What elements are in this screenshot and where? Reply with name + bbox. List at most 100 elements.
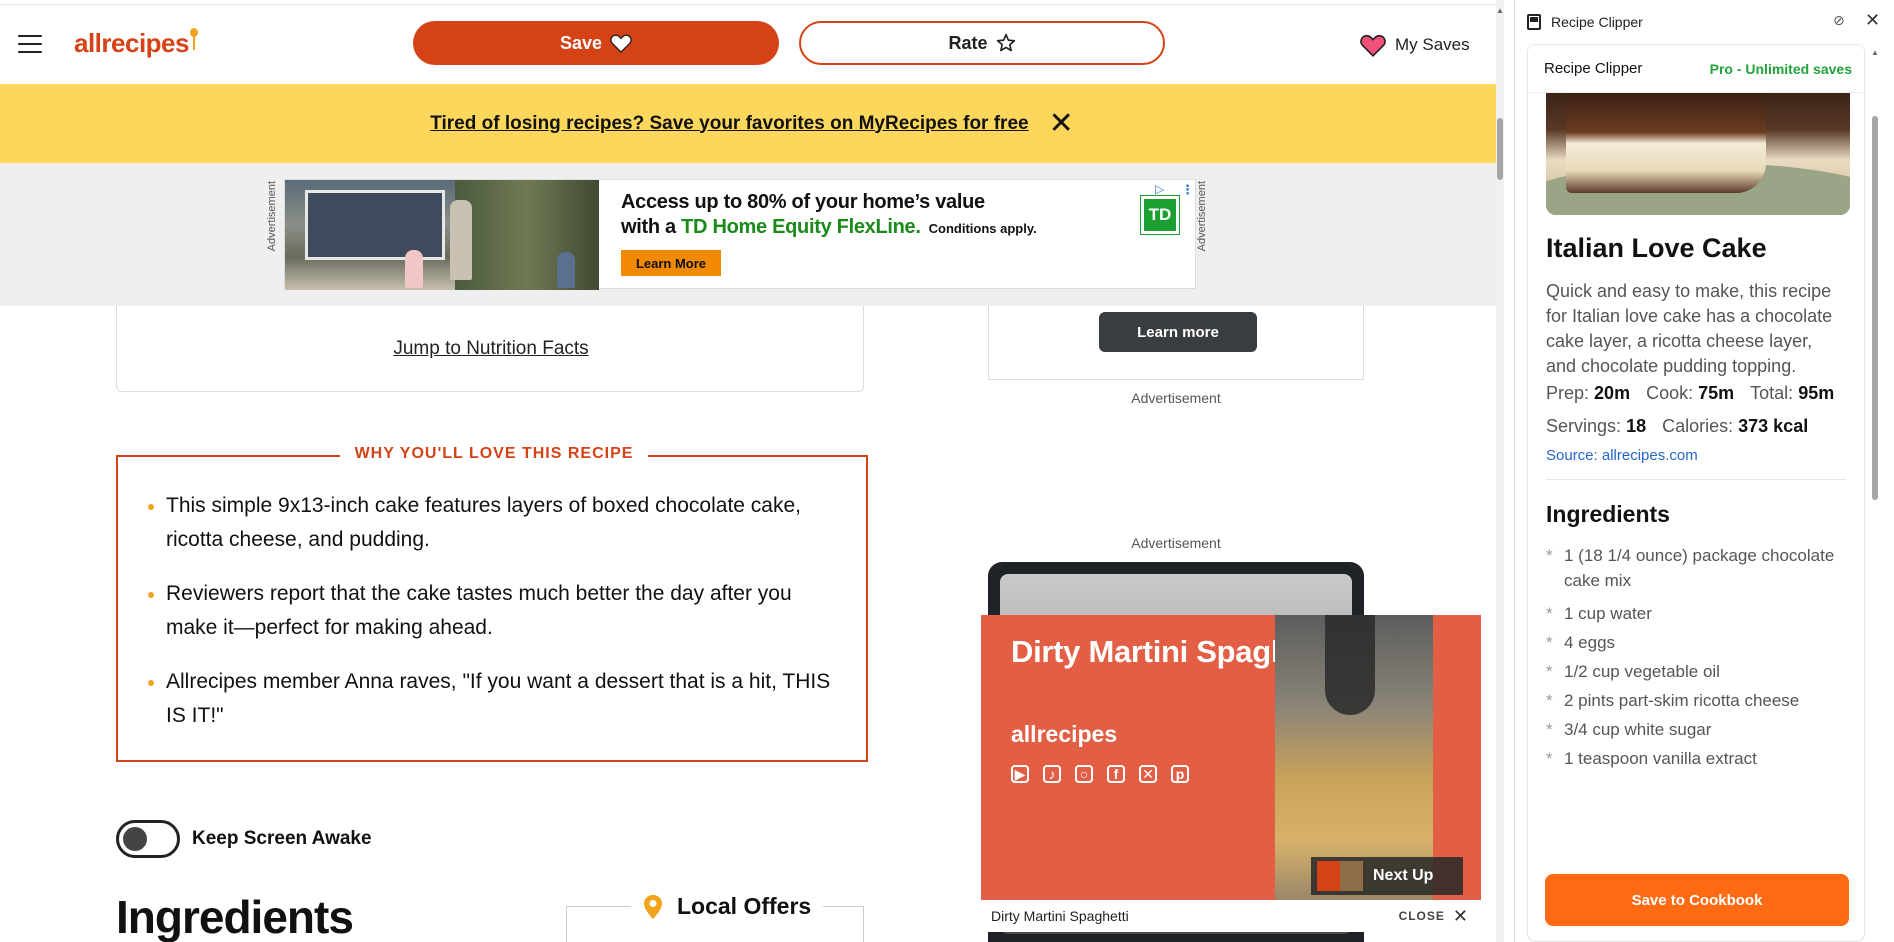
- keep-screen-awake-label: Keep Screen Awake: [192, 828, 372, 849]
- keep-screen-awake-toggle[interactable]: Keep Screen Awake: [116, 820, 372, 858]
- recipe-image: [1546, 93, 1850, 215]
- cook-time-label: Cook:: [1646, 383, 1694, 403]
- clipper-header: Recipe Clipper Pro - Unlimited saves: [1528, 45, 1864, 93]
- pin-icon[interactable]: ⊘: [1833, 12, 1845, 29]
- save-button[interactable]: Save: [413, 21, 779, 65]
- why-love-item: This simple 9x13-inch cake features laye…: [148, 489, 838, 557]
- ad-headline-brand: TD Home Equity FlexLine.: [681, 216, 921, 238]
- ad-creative[interactable]: Access up to 80% of your home’s value wi…: [284, 179, 1196, 290]
- ingredients-heading: Ingredients: [116, 891, 354, 942]
- tiktok-icon[interactable]: ♪: [1043, 765, 1061, 783]
- next-up-thumbnail: [1317, 861, 1363, 891]
- ad-headline: Access up to 80% of your home’s value wi…: [621, 190, 1037, 241]
- prep-time: Prep: 20m: [1546, 383, 1630, 404]
- source-link[interactable]: Source: allrecipes.com: [1546, 447, 1698, 464]
- site-header: allrecipes Save Rate My Saves: [0, 5, 1504, 84]
- ingredient-item: 2 pints part-skim ricotta cheese: [1546, 688, 1856, 713]
- instagram-icon[interactable]: ○: [1075, 765, 1093, 783]
- my-saves-label: My Saves: [1395, 35, 1470, 54]
- ad-image: [285, 180, 599, 290]
- video-social-icons: ▶ ♪ ○ f ✕ p: [1011, 765, 1189, 783]
- recipe-clipper-panel: Recipe Clipper ⊘ ✕ Recipe Clipper Pro - …: [1514, 0, 1894, 942]
- close-icon: ✕: [1452, 905, 1469, 926]
- servings: Servings: 18: [1546, 416, 1646, 437]
- why-love-title: WHY YOU'LL LOVE THIS RECIPE: [118, 445, 870, 463]
- menu-icon[interactable]: [18, 35, 42, 53]
- adchoices-icon[interactable]: ▷: [1155, 182, 1164, 196]
- servings-label: Servings:: [1546, 416, 1622, 436]
- ad-banner: Advertisement Access up to 80% of your h…: [0, 163, 1504, 306]
- learn-more-button[interactable]: Learn more: [1099, 312, 1257, 352]
- heart-icon: [610, 34, 632, 53]
- total-time-label: Total:: [1750, 383, 1794, 403]
- close-icon[interactable]: ✕: [1049, 108, 1074, 139]
- advertisement-label-1: Advertisement: [1131, 390, 1221, 406]
- ingredient-item: 1 teaspoon vanilla extract: [1546, 746, 1856, 771]
- scrollbar-thumb[interactable]: [1872, 116, 1878, 500]
- video-close-button[interactable]: CLOSE ✕: [1399, 906, 1469, 927]
- recipe-details-card: Jump to Nutrition Facts: [116, 306, 864, 392]
- ingredient-item: 1 cup water: [1546, 601, 1856, 626]
- rate-button-label: Rate: [948, 32, 988, 53]
- calories-value: 373 kcal: [1738, 416, 1809, 436]
- recipe-title: Italian Love Cake: [1546, 233, 1767, 263]
- close-panel-icon[interactable]: ✕: [1865, 10, 1880, 31]
- my-saves-link[interactable]: My Saves: [1360, 33, 1470, 57]
- ad-conditions: Conditions apply.: [928, 221, 1037, 236]
- ingredients-heading: Ingredients: [1546, 501, 1670, 527]
- why-love-item: Reviewers report that the cake tastes mu…: [148, 577, 838, 645]
- site-logo-text: allrecipes: [74, 28, 189, 58]
- spoon-icon: [189, 28, 198, 50]
- ad-side-label-left: Advertisement: [266, 181, 278, 252]
- video-player[interactable]: Dirty Martini Spaghetti allrecipes ▶ ♪ ○…: [981, 615, 1481, 930]
- save-to-cookbook-button[interactable]: Save to Cookbook: [1545, 874, 1849, 926]
- jump-to-nutrition-link[interactable]: Jump to Nutrition Facts: [117, 338, 865, 360]
- td-logo: TD: [1140, 195, 1180, 235]
- clipper-card: Recipe Clipper Pro - Unlimited saves Ita…: [1527, 44, 1865, 942]
- page-scrollbar[interactable]: ▲: [1496, 0, 1504, 942]
- ad-side-label-right: Advertisement: [1196, 181, 1208, 252]
- next-up-button[interactable]: Next Up: [1311, 857, 1463, 895]
- panel-scrollbar[interactable]: ▲: [1869, 44, 1881, 942]
- facebook-icon[interactable]: f: [1107, 765, 1125, 783]
- clipper-body: Italian Love Cake Quick and easy to make…: [1528, 93, 1864, 901]
- right-rail-ad: Learn more: [988, 306, 1364, 380]
- ad-more-icon[interactable]: ⋮: [1181, 182, 1194, 198]
- ad-headline-line1: Access up to 80% of your home’s value: [621, 191, 985, 213]
- site-logo[interactable]: allrecipes: [74, 28, 198, 59]
- ad-headline-line2: with a TD Home Equity FlexLine. Condition…: [621, 215, 1037, 241]
- save-button-label: Save: [559, 32, 603, 53]
- local-offers-header: Local Offers: [631, 893, 824, 920]
- prep-time-value: 20m: [1594, 383, 1631, 403]
- heart-filled-icon: [1360, 34, 1386, 57]
- local-offers-label: Local Offers: [677, 893, 812, 919]
- divider: [1546, 479, 1846, 480]
- extension-icon: [1527, 14, 1541, 30]
- panel-titlebar: Recipe Clipper ⊘ ✕: [1515, 0, 1894, 44]
- rate-button[interactable]: Rate: [799, 21, 1165, 65]
- cook-time: Cook: 75m: [1646, 383, 1734, 404]
- x-icon[interactable]: ✕: [1139, 765, 1157, 783]
- advertisement-label-2: Advertisement: [1131, 535, 1221, 551]
- recipe-times: Prep: 20m Cook: 75m Total: 95m: [1546, 383, 1834, 404]
- pinterest-icon[interactable]: p: [1171, 765, 1189, 783]
- scroll-up-icon[interactable]: ▲: [1869, 48, 1881, 57]
- ingredient-item: 1/2 cup vegetable oil: [1546, 659, 1856, 684]
- toggle-switch[interactable]: [116, 820, 180, 858]
- calories-label: Calories:: [1662, 416, 1734, 436]
- plan-badge: Pro - Unlimited saves: [1709, 60, 1852, 77]
- panel-title: Recipe Clipper: [1551, 14, 1643, 30]
- scroll-up-icon[interactable]: ▲: [1496, 6, 1504, 15]
- promo-link[interactable]: Tired of losing recipes? Save your favor…: [430, 113, 1028, 135]
- why-love-title-text: WHY YOU'LL LOVE THIS RECIPE: [339, 445, 649, 462]
- youtube-icon[interactable]: ▶: [1011, 765, 1029, 783]
- why-love-item: Allrecipes member Anna raves, "If you wa…: [148, 665, 838, 733]
- video-bar-title: Dirty Martini Spaghetti: [991, 908, 1129, 924]
- ad-learn-more-button[interactable]: Learn More: [621, 250, 721, 276]
- next-up-label: Next Up: [1373, 867, 1434, 884]
- scrollbar-thumb[interactable]: [1497, 118, 1503, 180]
- servings-value: 18: [1626, 416, 1647, 436]
- local-offers-box[interactable]: Local Offers: [566, 893, 864, 942]
- location-pin-icon: [644, 894, 662, 919]
- recipe-yield: Servings: 18 Calories: 373 kcal: [1546, 416, 1808, 437]
